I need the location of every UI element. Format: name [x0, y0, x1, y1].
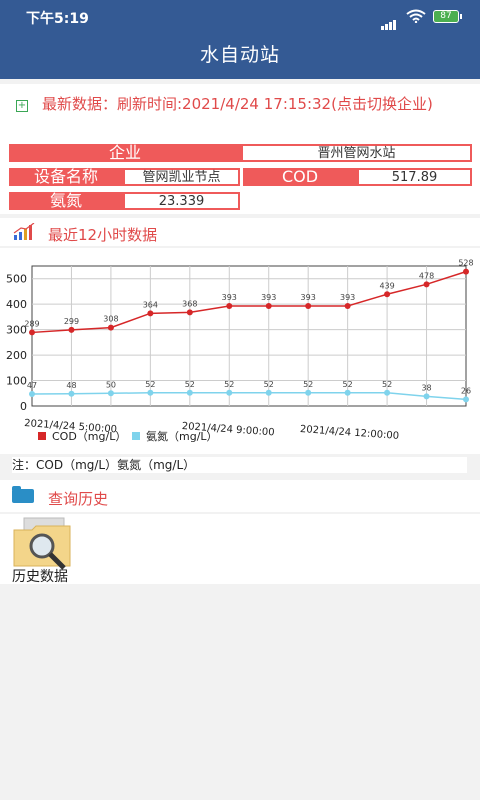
data-point	[462, 268, 469, 275]
ammonia-value: 23.339	[123, 192, 240, 210]
data-label: 38	[421, 383, 431, 392]
legend-swatch	[38, 432, 46, 440]
data-point	[265, 302, 272, 309]
ammonia-label: 氨氮	[9, 192, 123, 210]
data-label: 52	[382, 380, 392, 389]
data-label: 528	[458, 259, 473, 268]
data-point	[68, 390, 75, 397]
data-label: 52	[303, 380, 313, 389]
history-data-icon[interactable]	[12, 516, 74, 570]
line-chart: 01002003004005002021/4/24 5:00:00 2021/4/…	[6, 259, 474, 443]
history-title: 查询历史	[48, 490, 109, 508]
data-label: 26	[461, 386, 471, 395]
history-section-header: 查询历史	[0, 480, 480, 512]
y-tick-label: 0	[20, 400, 27, 413]
data-point	[147, 310, 154, 317]
data-point	[344, 302, 351, 309]
data-point	[107, 324, 114, 331]
y-tick-label: 100	[6, 375, 27, 388]
data-point	[29, 391, 35, 398]
data-label: 368	[182, 299, 197, 308]
refresh-text: 最新数据：刷新时间:2021/4/24 17:15:32(点击切换企业)	[42, 95, 433, 113]
chart-note: 注：COD（mg/L）氨氮（mg/L）	[12, 457, 467, 473]
data-point	[107, 390, 114, 397]
data-point	[384, 291, 391, 298]
data-point	[186, 389, 193, 396]
data-label: 50	[106, 380, 116, 389]
data-point	[305, 389, 312, 396]
cod-label: COD	[243, 168, 357, 186]
wifi-icon	[406, 9, 426, 23]
data-label: 393	[222, 293, 237, 302]
data-point	[265, 389, 272, 396]
data-label: 308	[103, 315, 118, 324]
data-point	[29, 329, 35, 336]
data-point	[226, 302, 233, 309]
data-label: 52	[343, 380, 353, 389]
y-tick-label: 500	[6, 273, 27, 286]
bar-chart-icon	[13, 223, 35, 240]
data-label: 48	[66, 381, 76, 390]
series-line	[31, 270, 467, 334]
data-point	[68, 326, 75, 333]
data-point	[344, 389, 351, 396]
battery-icon: 87	[433, 10, 462, 23]
device-label: 设备名称	[9, 168, 123, 186]
data-label: 47	[27, 381, 37, 390]
recent-title: 最近12小时数据	[48, 226, 158, 244]
data-point	[226, 389, 233, 396]
page-title: 水自动站	[199, 44, 280, 66]
refresh-switch-link[interactable]: + 最新数据：刷新时间:2021/4/24 17:15:32(点击切换企业)	[16, 94, 466, 115]
data-label: 393	[340, 293, 355, 302]
data-label: 52	[224, 380, 234, 389]
data-point	[384, 389, 391, 396]
signal-icon	[381, 11, 397, 30]
history-data-label[interactable]: 历史数据	[12, 566, 68, 586]
plot-frame	[31, 265, 467, 407]
enterprise-value[interactable]: 晋州管网水站	[241, 144, 472, 162]
cod-value: 517.89	[357, 168, 472, 186]
x-tick-label: 2021/4/24 12:00:00	[300, 424, 400, 442]
status-bar: 下午5:19 87	[0, 0, 480, 32]
legend-label: 氨氮（mg/L）	[146, 429, 218, 443]
data-label: 364	[143, 300, 158, 309]
legend-swatch	[132, 432, 140, 440]
data-label: 52	[264, 380, 274, 389]
series-line	[31, 392, 467, 401]
app-header: 下午5:19 87 水自动站	[0, 0, 480, 79]
legend-label: COD（mg/L）	[52, 430, 126, 443]
data-label: 52	[185, 380, 195, 389]
data-point	[147, 389, 154, 396]
data-label: 289	[24, 319, 39, 328]
data-label: 439	[379, 281, 394, 290]
data-label: 393	[261, 293, 276, 302]
y-tick-label: 200	[6, 349, 27, 362]
enterprise-label: 企业	[9, 144, 241, 162]
data-label: 478	[419, 271, 434, 280]
data-label: 393	[301, 293, 316, 302]
plus-icon: +	[16, 100, 28, 112]
chart-container: 0 100 200 300 400 500 2021/4/24 5:00:00 2021/4/…	[0, 248, 480, 454]
data-point	[462, 396, 469, 403]
recent-section-header: 最近12小时数据	[0, 218, 480, 246]
data-label: 299	[64, 317, 79, 326]
data-point	[305, 302, 312, 309]
data-point	[186, 309, 193, 316]
folder-icon	[12, 486, 34, 503]
y-tick-label: 400	[6, 298, 27, 311]
data-label: 52	[145, 380, 155, 389]
status-time: 下午5:19	[26, 11, 89, 27]
device-value: 管网凯业节点	[123, 168, 240, 186]
data-point	[423, 393, 430, 400]
data-point	[423, 281, 430, 288]
